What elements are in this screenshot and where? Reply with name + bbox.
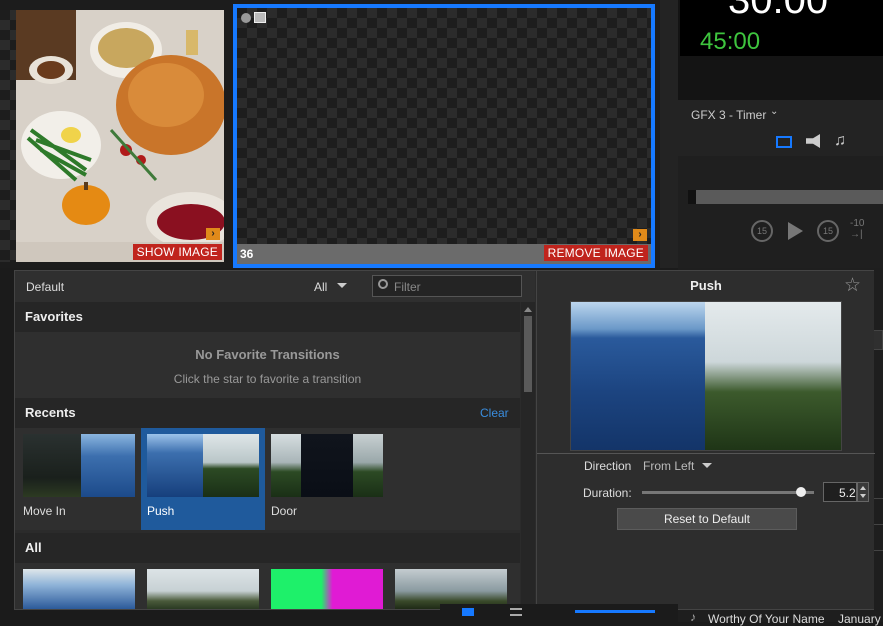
all-tile-1[interactable] [23, 569, 135, 609]
slide-action-arrow-icon[interactable]: › [206, 228, 220, 240]
door-label: Door [271, 504, 298, 518]
transition-tile-move-in[interactable]: Move In [17, 428, 141, 530]
gfx-label: GFX 3 - Timer [691, 108, 767, 122]
food-photo [16, 10, 224, 248]
song-date: January [838, 612, 881, 626]
left-edge-panel [0, 268, 14, 622]
filter-placeholder: Filter [394, 280, 421, 294]
list-scrollbar[interactable] [521, 302, 535, 609]
favorites-empty-hint: Click the star to favorite a transition [173, 372, 362, 386]
all-tile-4[interactable] [395, 569, 507, 609]
favorites-empty-title: No Favorite Transitions [195, 347, 340, 362]
left-checker-edge [0, 10, 16, 262]
chevron-down-icon: ⌄ [770, 106, 779, 117]
all-row [15, 563, 520, 609]
move-in-thumb [23, 434, 135, 497]
all-header: All [15, 533, 520, 563]
favorite-star-icon[interactable]: ☆ [844, 274, 861, 297]
all-tile-2[interactable] [147, 569, 259, 609]
timer-panel: 30:00 45:00 [678, 0, 883, 100]
music-tab-icon[interactable]: ♫ [834, 132, 846, 150]
transition-detail-pane: Push ☆ Direction From Left Duration: 5.2… [536, 271, 875, 609]
timer-main: 30:00 [728, 0, 829, 22]
push-thumb [147, 434, 259, 497]
slide-footer: 36 REMOVE IMAGE [237, 244, 651, 264]
duration-label: Duration: [583, 486, 632, 500]
category-dropdown[interactable]: All [314, 280, 327, 294]
slides-tab-icon[interactable] [776, 136, 792, 148]
audio-icon [241, 13, 251, 23]
duration-stepper[interactable] [857, 482, 869, 502]
scroll-up-arrow-icon[interactable] [524, 307, 532, 312]
preview-strip: › SHOW IMAGE › 36 REMOVE IMAGE [0, 0, 678, 268]
push-label: Push [147, 504, 175, 518]
detail-divider [537, 453, 875, 454]
search-icon [378, 279, 388, 289]
media-tabs: ♫ [678, 128, 883, 156]
door-thumb [271, 434, 383, 497]
clear-recents-link[interactable]: Clear [480, 406, 509, 420]
slide-number: 36 [240, 247, 254, 261]
recents-title: Recents [25, 405, 76, 420]
caret-down-icon[interactable] [337, 283, 347, 288]
show-image-badge[interactable]: SHOW IMAGE [132, 244, 222, 260]
transition-tile-push[interactable]: Push [141, 428, 265, 530]
detail-preview [570, 301, 842, 451]
media-player: 15 15 -10 →| [678, 156, 883, 268]
preview-right-hill [705, 302, 841, 450]
zoom-slider[interactable] [575, 610, 655, 613]
favorites-header: Favorites [15, 302, 520, 332]
direction-caret-icon[interactable] [702, 463, 712, 468]
duration-slider-handle[interactable] [796, 487, 806, 497]
scrollbar-thumb[interactable] [524, 316, 532, 392]
filter-input[interactable]: Filter [372, 275, 522, 297]
transparent-canvas [237, 8, 651, 244]
transition-tile-door[interactable]: Door [265, 428, 389, 530]
transitions-list-pane: Default All Filter Favorites No Favorite… [15, 271, 535, 609]
duration-field[interactable]: 5.2 [823, 482, 857, 502]
forward-15-icon[interactable]: 15 [817, 220, 839, 242]
transitions-popup: Default All Filter Favorites No Favorite… [14, 270, 875, 610]
direction-label: Direction [584, 459, 632, 473]
image-icon [254, 12, 266, 23]
thanksgiving-image-slide[interactable]: › SHOW IMAGE [16, 10, 224, 262]
direction-dropdown[interactable]: From Left [643, 459, 694, 473]
list-view-icon[interactable] [510, 608, 522, 616]
playback-scrubber[interactable] [688, 190, 883, 204]
announcement-tab-icon[interactable] [806, 134, 820, 148]
detail-title: Push [690, 278, 722, 293]
reset-to-default-button[interactable]: Reset to Default [617, 508, 797, 530]
recents-header: Recents [15, 398, 520, 428]
selected-blank-slide[interactable]: › 36 REMOVE IMAGE [233, 4, 655, 268]
duration-value[interactable]: 5.2 [839, 486, 856, 500]
scrubber-handle[interactable] [688, 190, 696, 204]
all-tile-3[interactable] [271, 569, 383, 609]
song-title[interactable]: Worthy Of Your Name [708, 612, 825, 626]
transitions-toolbar: Default All Filter [15, 271, 535, 302]
skip-back-10-icon[interactable]: -10 →| [850, 218, 864, 240]
recents-row: Move In Push Door [15, 428, 520, 530]
grid-view-icon[interactable] [462, 608, 474, 616]
slide-action-arrow-icon-2[interactable]: › [633, 229, 647, 241]
move-in-label: Move In [23, 504, 66, 518]
duration-slider[interactable] [642, 487, 814, 497]
preset-label[interactable]: Default [26, 280, 64, 294]
play-icon[interactable] [788, 222, 803, 240]
gfx-selector[interactable]: GFX 3 - Timer ⌄ [678, 100, 883, 128]
timer-screen: 30:00 45:00 [680, 0, 883, 56]
rewind-15-icon[interactable]: 15 [751, 220, 773, 242]
remove-image-badge[interactable]: REMOVE IMAGE [543, 245, 648, 261]
favorites-empty: No Favorite Transitions Click the star t… [15, 332, 520, 398]
stepper-down-icon[interactable] [860, 494, 866, 498]
right-divider [660, 0, 678, 268]
timer-secondary: 45:00 [700, 28, 761, 55]
stepper-up-icon[interactable] [860, 486, 866, 490]
preview-left-ocean [571, 302, 705, 450]
bottom-toolbar [440, 604, 678, 622]
